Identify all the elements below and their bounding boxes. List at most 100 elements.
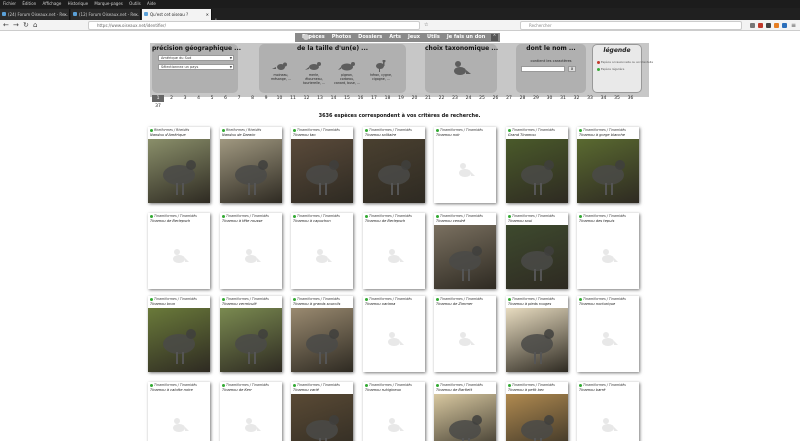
country-select[interactable]: Sélectionnez un pays ▼ (158, 64, 234, 70)
page-link[interactable]: 1 (152, 95, 164, 102)
extension-icon[interactable] (782, 23, 787, 28)
species-photo[interactable] (363, 139, 425, 203)
menu-icon[interactable]: ≡ (791, 21, 796, 30)
species-card[interactable]: Tinamiformes / Tinamidés Tinamou nocturiq… (577, 296, 639, 372)
menu-view[interactable]: Affichage (42, 1, 61, 6)
name-input[interactable] (521, 66, 565, 72)
species-name[interactable]: Tinamou à gorge blanche (579, 133, 639, 137)
species-card[interactable]: Tinamiformes / Tinamidés Tinamou de Berle… (148, 213, 210, 289)
species-name[interactable]: Tinamou cendré (436, 219, 496, 223)
menu-history[interactable]: Historique (68, 1, 89, 6)
species-photo-placeholder[interactable] (363, 225, 425, 289)
blackbird-icon[interactable] (305, 60, 323, 72)
species-photo[interactable] (291, 139, 353, 203)
species-photo[interactable] (577, 139, 639, 203)
species-photo-placeholder[interactable] (363, 394, 425, 441)
extension-icon[interactable] (758, 23, 763, 28)
nav-jeux[interactable]: Jeux (408, 34, 420, 40)
species-photo[interactable] (220, 139, 282, 203)
page-link[interactable]: 6 (220, 95, 232, 102)
species-photo[interactable] (506, 225, 568, 289)
species-name[interactable]: Tinamou à petit bec (508, 388, 568, 392)
species-card[interactable]: Tinamiformes / Tinamidés Tinamou à grands… (291, 296, 353, 372)
species-photo-placeholder[interactable] (577, 308, 639, 372)
nav-utils[interactable]: Utils (427, 34, 440, 40)
species-name[interactable]: Tinamou de Kerr (222, 388, 282, 392)
species-photo[interactable] (506, 394, 568, 441)
page-link[interactable]: 32 (571, 95, 583, 102)
page-link[interactable]: 23 (449, 95, 461, 102)
close-icon[interactable]: ✕ (64, 9, 67, 20)
species-photo-placeholder[interactable] (577, 225, 639, 289)
menu-tools[interactable]: Outils (129, 1, 141, 6)
species-photo[interactable] (148, 139, 210, 203)
page-link[interactable]: 5 (206, 95, 218, 102)
species-photo[interactable] (220, 308, 282, 372)
page-link[interactable]: 2 (166, 95, 178, 102)
species-photo-placeholder[interactable] (220, 394, 282, 441)
browser-tab[interactable]: (12) Forum Oiseaux.net - Re... ✕ (71, 9, 141, 20)
species-name[interactable]: Tinamou des tepuis (579, 219, 639, 223)
species-name[interactable]: Tinamou nocturique (579, 302, 639, 306)
page-link[interactable]: 30 (544, 95, 556, 102)
page-link[interactable]: 29 (530, 95, 542, 102)
species-photo[interactable] (506, 308, 568, 372)
page-link[interactable]: 9 (260, 95, 272, 102)
species-name[interactable]: Tinamou de Berlepsch (150, 219, 210, 223)
species-name[interactable]: Tinamou rubigineux (365, 388, 425, 392)
nav-arts[interactable]: Arts (389, 34, 401, 40)
scroll-top-icon[interactable]: ⌃ (491, 34, 498, 41)
species-card[interactable]: Rheiformes / Rheidés Nandou de Darwin (220, 127, 282, 203)
menu-help[interactable]: Aide (147, 1, 156, 6)
page-link[interactable]: 13 (314, 95, 326, 102)
forward-icon[interactable]: → (13, 21, 19, 30)
species-photo-placeholder[interactable] (577, 394, 639, 441)
species-card[interactable]: Tinamiformes / Tinamidés Tinamou à gorge … (577, 127, 639, 203)
menu-edit[interactable]: Édition (22, 1, 36, 6)
page-link[interactable]: 3 (179, 95, 191, 102)
species-name[interactable]: Tinamou brun (150, 302, 210, 306)
extension-icon[interactable] (766, 23, 771, 28)
species-photo-placeholder[interactable] (434, 139, 496, 203)
species-card[interactable]: Tinamiformes / Tinamidés Tinamou brun (148, 296, 210, 372)
species-name[interactable]: Tinamou noir (436, 133, 496, 137)
species-name[interactable]: Tinamou barré (579, 388, 639, 392)
species-name[interactable]: Tinamou à pieds rouges (508, 302, 568, 306)
species-name[interactable]: Nandou de Darwin (222, 133, 282, 137)
species-card[interactable]: Tinamiformes / Tinamidés Tinamou à petit … (506, 382, 568, 441)
species-photo-placeholder[interactable] (291, 225, 353, 289)
page-link[interactable]: 31 (557, 95, 569, 102)
species-card[interactable]: Tinamiformes / Tinamidés Tinamou cendré (434, 213, 496, 289)
page-link[interactable]: 37 (152, 103, 164, 110)
page-link[interactable]: 11 (287, 95, 299, 102)
species-photo[interactable] (506, 139, 568, 203)
species-card[interactable]: Tinamiformes / Tinamidés Tinamou soui (506, 213, 568, 289)
taxonomy-bird-icon[interactable] (451, 60, 471, 78)
close-icon[interactable]: ✕ (135, 9, 138, 20)
nav-photos[interactable]: Photos (332, 34, 351, 40)
species-card[interactable]: Tinamiformes / Tinamidés Tinamou de Zimme… (434, 296, 496, 372)
species-card[interactable]: Tinamiformes / Tinamidés Tinamou oariana (363, 296, 425, 372)
clear-button[interactable]: x (568, 66, 576, 72)
species-name[interactable]: Tinamou de Bartlett (436, 388, 496, 392)
species-card[interactable]: Tinamiformes / Tinamidés Tinamou noir (434, 127, 496, 203)
bookmark-star-icon[interactable]: ☆ (424, 21, 428, 30)
region-select[interactable]: Amérique du Sud ▼ (158, 55, 234, 61)
species-photo-placeholder[interactable] (363, 308, 425, 372)
browser-tab-active[interactable]: Qu'est cet oiseau ? ✕ (142, 9, 212, 20)
page-link[interactable]: 4 (193, 95, 205, 102)
species-card[interactable]: Tinamiformes / Tinamidés Tinamou varié (291, 382, 353, 441)
species-name[interactable]: Tinamou à calotte noire (150, 388, 210, 392)
library-icon[interactable] (750, 23, 755, 28)
menu-bookmarks[interactable]: Marque-pages (94, 1, 123, 6)
species-card[interactable]: Tinamiformes / Tinamidés Tinamou solitair… (363, 127, 425, 203)
reload-icon[interactable]: ↻ (23, 21, 29, 30)
species-card[interactable]: Tinamiformes / Tinamidés Tinamou rubigine… (363, 382, 425, 441)
page-link[interactable]: 20 (409, 95, 421, 102)
species-card[interactable]: Tinamiformes / Tinamidés Tinamou vermicul… (220, 296, 282, 372)
species-card[interactable]: Tinamiformes / Tinamidés Tinamou de Berle… (363, 213, 425, 289)
page-link[interactable]: 19 (395, 95, 407, 102)
species-photo[interactable] (434, 225, 496, 289)
extension-icon[interactable] (774, 23, 779, 28)
page-link[interactable]: 18 (382, 95, 394, 102)
